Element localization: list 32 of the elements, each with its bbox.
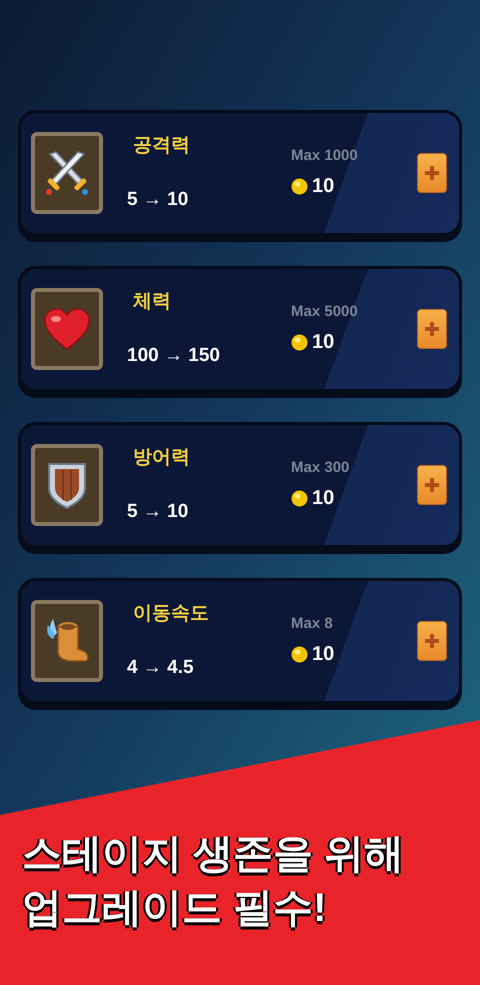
upgrade-button[interactable] <box>417 621 447 661</box>
plus-icon <box>424 477 440 493</box>
plus-icon <box>424 633 440 649</box>
upgrade-cost: 10 <box>312 174 334 200</box>
max-level: Max 8 <box>291 614 334 634</box>
coin-icon <box>291 646 308 663</box>
upgrade-cost: 10 <box>312 330 334 356</box>
upgrade-button[interactable] <box>417 153 447 193</box>
banner-text: 업그레이드 필수! <box>22 885 328 932</box>
stat-change: 5 → 10 <box>127 500 190 524</box>
coin-icon <box>291 490 308 507</box>
upgrade-cost: 10 <box>312 642 334 668</box>
plus-icon <box>424 321 440 337</box>
max-level: Max 5000 <box>291 302 359 322</box>
stat-name: 공격력 <box>132 134 191 158</box>
heart-icon <box>43 307 91 351</box>
upgrade-cost: 10 <box>312 486 334 512</box>
stat-change: 4 → 4.5 <box>127 656 195 680</box>
plus-icon <box>424 165 440 181</box>
stat-name: 방어력 <box>132 446 191 470</box>
upgrade-button[interactable] <box>417 309 447 349</box>
shield-icon <box>45 460 89 510</box>
coin-icon <box>291 178 308 195</box>
upgrade-button[interactable] <box>417 465 447 505</box>
stat-change: 5 → 10 <box>127 188 190 212</box>
stat-name: 체력 <box>132 290 172 314</box>
stat-name: 이동속도 <box>132 602 210 626</box>
stat-change: 100 → 150 <box>127 344 221 368</box>
banner-text: 스테이지 생존을 위해 <box>22 831 406 878</box>
max-level: Max 300 <box>291 458 350 478</box>
max-level: Max 1000 <box>291 146 359 166</box>
coin-icon <box>291 334 308 351</box>
